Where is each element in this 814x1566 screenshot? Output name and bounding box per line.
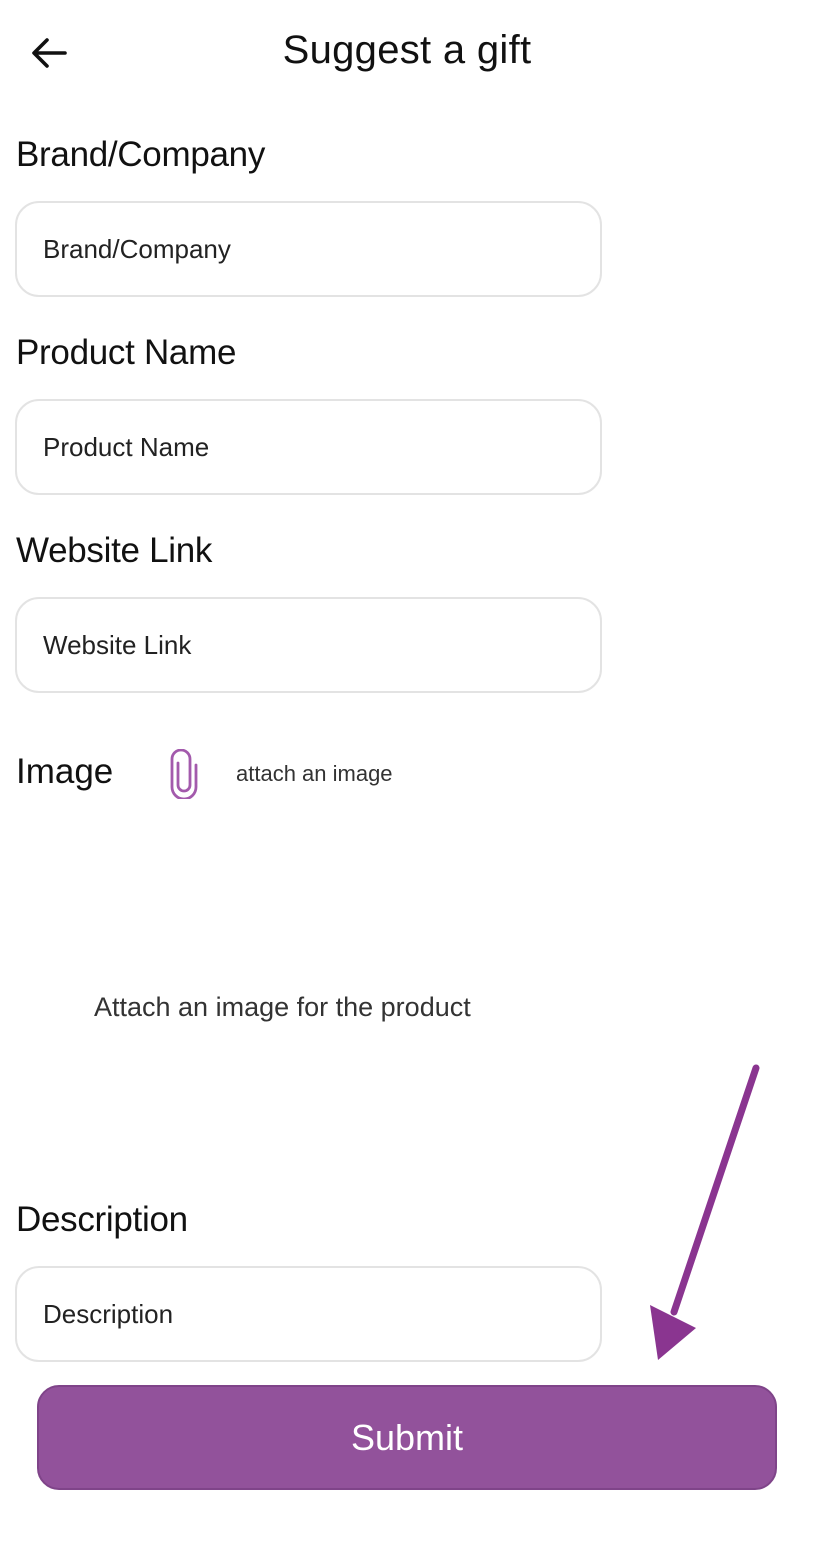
website-link-label: Website Link xyxy=(16,531,213,570)
page-title: Suggest a gift xyxy=(282,28,532,72)
brand-label: Brand/Company xyxy=(16,135,266,174)
product-name-input[interactable] xyxy=(15,399,602,495)
brand-input[interactable] xyxy=(15,201,602,297)
description-label: Description xyxy=(16,1200,188,1239)
submit-button[interactable]: Submit xyxy=(37,1385,777,1490)
attach-image-link[interactable]: attach an image xyxy=(236,761,393,787)
paperclip-icon xyxy=(170,749,198,799)
attach-image-button[interactable] xyxy=(164,748,204,800)
annotation-arrow-icon xyxy=(650,1064,760,1360)
website-link-input[interactable] xyxy=(15,597,602,693)
app-header: Suggest a gift xyxy=(0,0,814,106)
image-label: Image xyxy=(16,752,114,791)
product-name-label: Product Name xyxy=(16,333,237,372)
description-input[interactable] xyxy=(15,1266,602,1362)
image-preview-placeholder: Attach an image for the product xyxy=(94,992,471,1022)
